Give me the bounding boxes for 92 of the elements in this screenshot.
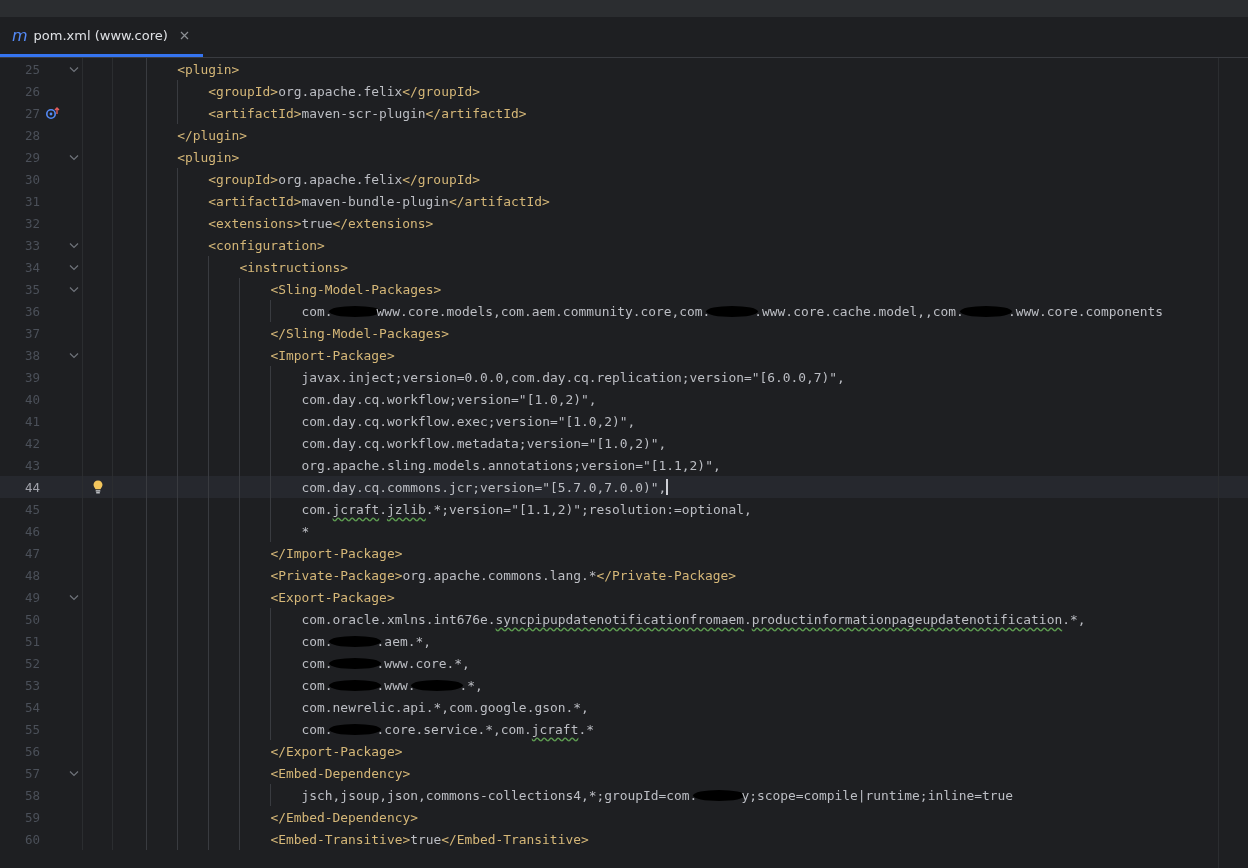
file-tab[interactable]: m pom.xml (www.core) xyxy=(0,17,203,57)
xml-tag: <artifactId> xyxy=(208,105,302,121)
code-text: .* xyxy=(578,721,594,737)
code-text: org.apache.felix xyxy=(278,83,403,99)
lightbulb-icon[interactable] xyxy=(92,480,103,494)
code-text: com. xyxy=(301,501,333,517)
code-text: org.apache.sling.models.annotations;version="[1.1,2)", xyxy=(301,457,721,473)
text-cursor xyxy=(666,479,668,495)
xml-tag: </Embed-Transitive> xyxy=(441,831,589,847)
redaction-mark xyxy=(959,305,1012,317)
xml-tag: <Private-Package> xyxy=(270,567,403,583)
code-text: .aem.*, xyxy=(376,633,431,649)
xml-tag: <groupId> xyxy=(208,171,279,187)
code-text: com.day.cq.workflow;version="[1.0,2)", xyxy=(301,391,597,407)
xml-tag: <plugin> xyxy=(177,149,240,165)
code-text: maven-bundle-plugin xyxy=(301,193,449,209)
fold-chevron-icon[interactable] xyxy=(69,593,79,601)
code-text: com. xyxy=(301,677,333,693)
xml-tag: </extensions> xyxy=(332,215,434,231)
code-text: com. xyxy=(301,655,333,671)
xml-tag: </artifactId> xyxy=(448,193,550,209)
xml-tag: <Sling-Model-Packages> xyxy=(270,281,442,297)
code-text: . xyxy=(743,611,752,627)
fold-chevron-icon[interactable] xyxy=(69,241,79,249)
maven-file-icon: m xyxy=(12,26,28,45)
xml-tag: </plugin> xyxy=(177,127,248,143)
code-text: . xyxy=(379,501,387,517)
xml-tag: <instructions> xyxy=(239,259,349,275)
xml-tag: </Private-Package> xyxy=(596,567,737,583)
code-text: .www.core.cache.model,,com. xyxy=(754,303,964,319)
redaction-mark xyxy=(328,723,381,735)
xml-tag: </Import-Package> xyxy=(270,545,403,561)
xml-tag: </Sling-Model-Packages> xyxy=(270,325,449,341)
line-number: 44 xyxy=(23,479,40,495)
code-text: .www.core.*, xyxy=(376,655,470,671)
code-text: org.apache.commons.lang.* xyxy=(402,567,597,583)
xml-tag: </groupId> xyxy=(402,171,480,187)
code-text: org.apache.felix xyxy=(278,171,403,187)
misspelled-word: syncpipupdatenotificationfromaem xyxy=(495,611,744,627)
code-text: javax.inject;version=0.0.0,com.day.cq.replication;version="[6.0.0,7)", xyxy=(301,369,845,385)
tab-label: pom.xml (www.core) xyxy=(33,28,168,43)
misspelled-word: jcraft xyxy=(531,721,579,737)
code-text: jsch,jsoup,json,commons-collections4,*;groupId=com. xyxy=(301,787,698,803)
fold-chevron-icon[interactable] xyxy=(69,769,79,777)
xml-tag: <groupId> xyxy=(208,83,279,99)
fold-chevron-icon[interactable] xyxy=(69,263,79,271)
xml-tag: <Embed-Transitive> xyxy=(270,831,411,847)
misspelled-word: productinformationpageupdatenotification xyxy=(751,611,1063,627)
fold-chevron-icon[interactable] xyxy=(69,285,79,293)
code-text: maven-scr-plugin xyxy=(301,105,426,121)
code-text: com.day.cq.workflow.exec;version="[1.0,2)", xyxy=(301,413,636,429)
redaction-mark xyxy=(328,635,381,647)
xml-tag: <extensions> xyxy=(208,215,302,231)
code-text: .*, xyxy=(459,677,483,693)
fold-chevron-icon[interactable] xyxy=(69,65,79,73)
xml-tag: <Embed-Dependency> xyxy=(270,765,411,781)
code-text: com. xyxy=(301,303,333,319)
xml-tag: </groupId> xyxy=(402,83,480,99)
code-text: true xyxy=(410,831,442,847)
code-text: com.day.cq.workflow.metadata;version="[1.0,2)", xyxy=(301,435,667,451)
code-text: .*;version="[1.1,2)";resolution:=optional, xyxy=(425,501,752,517)
code-text: .*, xyxy=(1062,611,1086,627)
xml-tag: <Export-Package> xyxy=(270,589,395,605)
xml-tag: <artifactId> xyxy=(208,193,302,209)
code-text: com.day.cq.commons.jcr;version="[5.7.0,7.0.0)", xyxy=(301,479,667,495)
xml-tag: </Embed-Dependency> xyxy=(270,809,418,825)
misspelled-word: jcraft xyxy=(332,501,380,517)
code-text: com. xyxy=(301,721,333,737)
code-text: com.oracle.xmlns.int676e. xyxy=(301,611,496,627)
code-text: * xyxy=(301,523,310,539)
xml-tag: <Import-Package> xyxy=(270,347,395,363)
xml-tag: </artifactId> xyxy=(425,105,527,121)
code-text: .www. xyxy=(376,677,416,693)
misspelled-word: jzlib xyxy=(386,501,426,517)
redaction-mark xyxy=(328,679,381,691)
close-icon[interactable] xyxy=(179,31,189,40)
target-arrow-icon[interactable] xyxy=(46,107,60,119)
redaction-mark xyxy=(411,679,464,691)
redaction-mark xyxy=(706,305,759,317)
xml-tag: </Export-Package> xyxy=(270,743,403,759)
code-text: .www.core.components xyxy=(1007,303,1164,319)
xml-tag: <plugin> xyxy=(177,61,240,77)
code-text: .core.service.*,com. xyxy=(376,721,532,737)
redaction-mark xyxy=(328,657,381,669)
fold-chevron-icon[interactable] xyxy=(69,351,79,359)
code-text: com. xyxy=(301,633,333,649)
fold-chevron-icon[interactable] xyxy=(69,153,79,161)
code-text: y;scope=compile|runtime;inline=true xyxy=(741,787,1013,803)
code-text: com.newrelic.api.*,com.google.gson.*, xyxy=(301,699,589,715)
code-text: www.core.models,com.aem.community.core,com. xyxy=(376,303,711,319)
code-text: true xyxy=(301,215,333,231)
xml-tag: <configuration> xyxy=(208,237,325,253)
